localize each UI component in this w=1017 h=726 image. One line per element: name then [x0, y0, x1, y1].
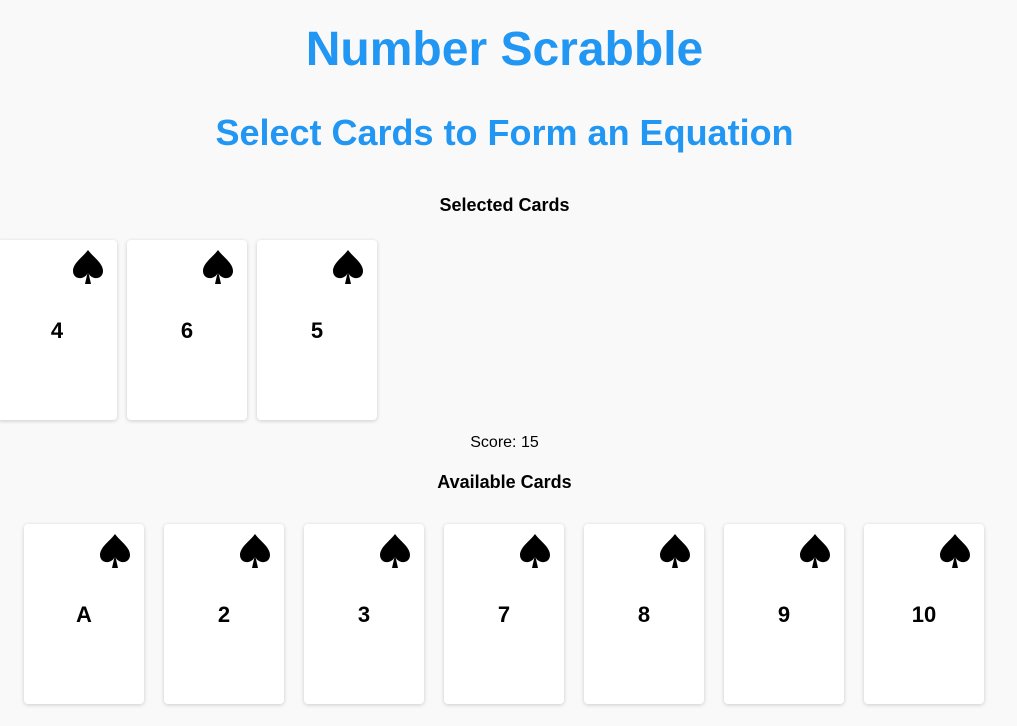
available-cards-row: A 2 3 7 8 9 10: [24, 524, 984, 704]
spade-icon: [331, 248, 365, 288]
spade-icon: [378, 532, 412, 572]
page-subtitle: Select Cards to Form an Equation: [215, 112, 794, 153]
selected-cards-heading: Selected Cards: [439, 195, 570, 215]
available-card[interactable]: 9: [724, 524, 844, 704]
card-value: 9: [777, 602, 791, 627]
card-value: 5: [310, 318, 324, 343]
card-value: 3: [357, 602, 371, 627]
card-value: 10: [911, 602, 937, 627]
available-cards-heading: Available Cards: [437, 472, 572, 492]
card-value: 7: [497, 602, 511, 627]
spade-icon: [238, 532, 272, 572]
available-card[interactable]: 3: [304, 524, 424, 704]
available-card[interactable]: 10: [864, 524, 984, 704]
number-scrabble-app: Number Scrabble Select Cards to Form an …: [0, 0, 1017, 726]
selected-card[interactable]: 4: [0, 240, 117, 420]
available-card[interactable]: 2: [164, 524, 284, 704]
available-card[interactable]: 7: [444, 524, 564, 704]
page-title: Number Scrabble: [305, 23, 704, 76]
card-value: 8: [637, 602, 651, 627]
spade-icon: [518, 532, 552, 572]
card-value: 4: [50, 318, 64, 343]
spade-icon: [938, 532, 972, 572]
spade-icon: [798, 532, 832, 572]
spade-icon: [658, 532, 692, 572]
spade-icon: [98, 532, 132, 572]
spade-icon: [201, 248, 235, 288]
available-card[interactable]: A: [24, 524, 144, 704]
card-value: 2: [217, 602, 231, 627]
available-card[interactable]: 8: [584, 524, 704, 704]
card-value: A: [76, 602, 92, 627]
score-display: Score: 15: [470, 434, 539, 451]
selected-card[interactable]: 6: [127, 240, 247, 420]
selected-cards-row: 4 6 5: [0, 240, 377, 420]
card-value: 6: [180, 318, 194, 343]
selected-card[interactable]: 5: [257, 240, 377, 420]
spade-icon: [71, 248, 105, 288]
